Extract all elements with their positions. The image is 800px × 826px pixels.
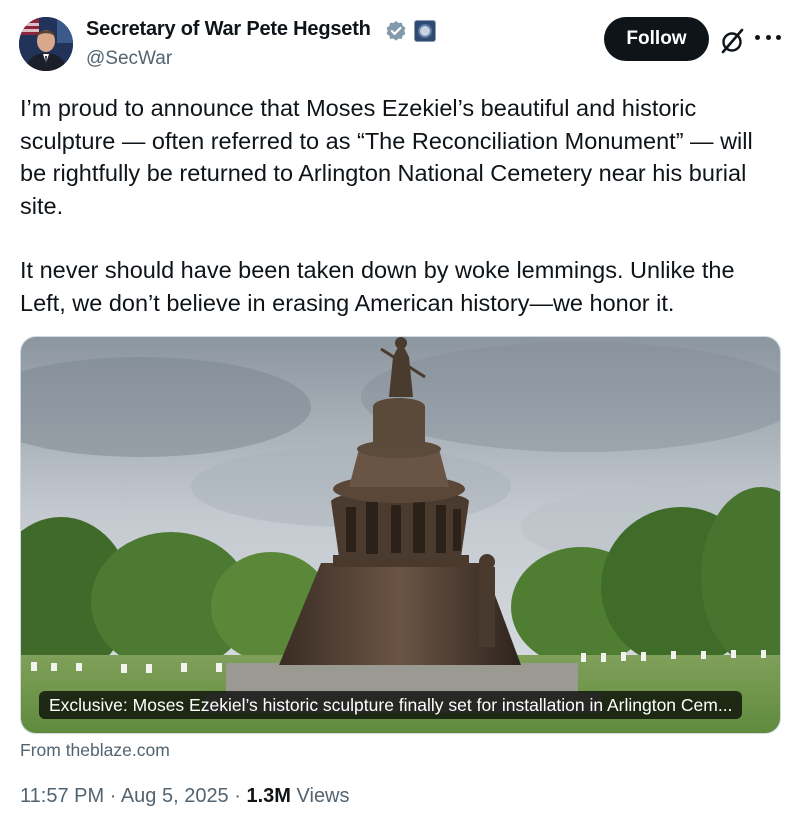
more-options-icon[interactable] <box>755 30 781 44</box>
author-handle[interactable]: @SecWar <box>86 48 172 70</box>
post-time[interactable]: 11:57 PM <box>20 785 104 807</box>
verified-badge-icon[interactable] <box>385 20 407 42</box>
grok-icon[interactable] <box>718 27 746 55</box>
media-caption: Exclusive: Moses Ezekiel’s historic scul… <box>39 691 743 719</box>
person-portrait-icon <box>19 17 73 71</box>
author-display-name[interactable]: Secretary of War Pete Hegseth <box>86 18 371 41</box>
follow-button[interactable]: Follow <box>604 17 709 61</box>
monument-photo <box>21 337 780 733</box>
views-count: 1.3M <box>246 785 291 807</box>
source-link[interactable]: From theblaze.com <box>20 740 170 761</box>
avatar[interactable] <box>19 17 73 71</box>
link-preview-card[interactable]: Exclusive: Moses Ezekiel’s historic scul… <box>20 336 781 734</box>
post-meta: 11:57 PM · Aug 5, 2025 · 1.3M Views <box>20 785 350 808</box>
separator: · <box>234 785 241 807</box>
views-label: Views <box>296 785 350 807</box>
separator: · <box>109 785 117 807</box>
post-paragraph: It never should have been taken down by … <box>20 257 735 316</box>
post-paragraph: I’m proud to announce that Moses Ezekiel… <box>20 95 753 219</box>
post-date[interactable]: Aug 5, 2025 <box>121 785 229 807</box>
government-seal-icon[interactable] <box>414 20 436 42</box>
post-text: I’m proud to announce that Moses Ezekiel… <box>20 92 780 319</box>
